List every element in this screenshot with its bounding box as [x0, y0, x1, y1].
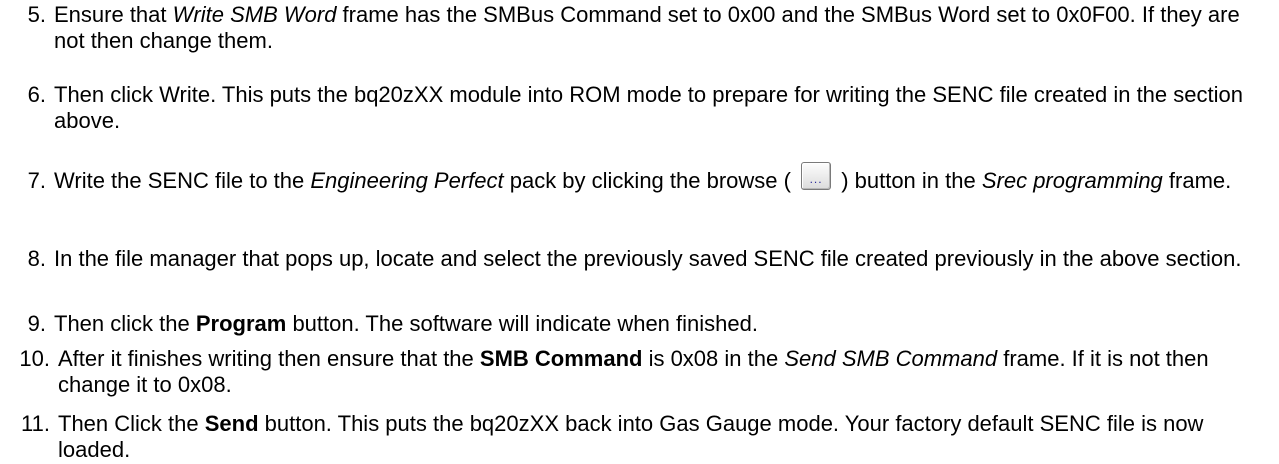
bold-term: Send [204, 411, 259, 436]
step-number: 11. [21, 411, 50, 436]
text-run: frame. [1162, 168, 1232, 193]
bold-term: SMB Command [479, 346, 643, 371]
step-text: Then Click the Send button. This puts th… [58, 411, 1273, 463]
italic-term: Engineering Perfect [310, 168, 504, 193]
text-run: ) button in the [835, 168, 982, 193]
browse-button: ... [801, 162, 832, 191]
text-run: After it finishes writing then ensure th… [58, 346, 480, 371]
step-number: 10. [19, 346, 50, 371]
step-8: 8. In the file manager that pops up, loc… [0, 246, 1279, 272]
step-number: 9. [27, 311, 46, 336]
text-run: button. The software will indicate when … [286, 311, 758, 336]
step-5: 5. Ensure that Write SMB Word frame has … [0, 2, 1279, 54]
step-number: 8. [27, 246, 46, 271]
step-9: 9. Then click the Program button. The so… [0, 311, 1279, 337]
text-run: In the file manager that pops up, locate… [54, 246, 1242, 271]
step-number: 6. [27, 82, 46, 107]
step-10: 10. After it finishes writing then ensur… [0, 346, 1279, 398]
step-number: 5. [27, 2, 46, 27]
step-text: Ensure that Write SMB Word frame has the… [54, 2, 1269, 54]
text-run: Then click the [54, 311, 196, 336]
step-11: 11. Then Click the Send button. This put… [0, 411, 1279, 463]
text-run: Then Click the [58, 411, 205, 436]
step-text: Write the SENC file to the Engineering P… [54, 162, 1269, 196]
bold-term: Program [195, 311, 287, 336]
step-text: Then click the Program button. The softw… [54, 311, 1269, 337]
step-number: 7. [27, 168, 46, 193]
italic-term: Send SMB Command [784, 346, 998, 371]
step-text: In the file manager that pops up, locate… [54, 246, 1269, 272]
step-text: After it finishes writing then ensure th… [58, 346, 1273, 398]
text-run: Write the SENC file to the [54, 168, 311, 193]
italic-term: Srec programming [981, 168, 1163, 193]
browse-button-label: ... [809, 172, 823, 187]
step-text: Then click Write. This puts the bq20zXX … [54, 82, 1269, 134]
text-run: Ensure that [54, 2, 173, 27]
text-run: is 0x08 in the [642, 346, 785, 371]
italic-term: Write SMB Word [172, 2, 337, 27]
step-6: 6. Then click Write. This puts the bq20z… [0, 82, 1279, 134]
step-7: 7. Write the SENC file to the Engineerin… [0, 162, 1279, 196]
text-run: pack by clicking the browse ( [503, 168, 798, 193]
text-run: Then click Write. This puts the bq20zXX … [54, 82, 1243, 133]
